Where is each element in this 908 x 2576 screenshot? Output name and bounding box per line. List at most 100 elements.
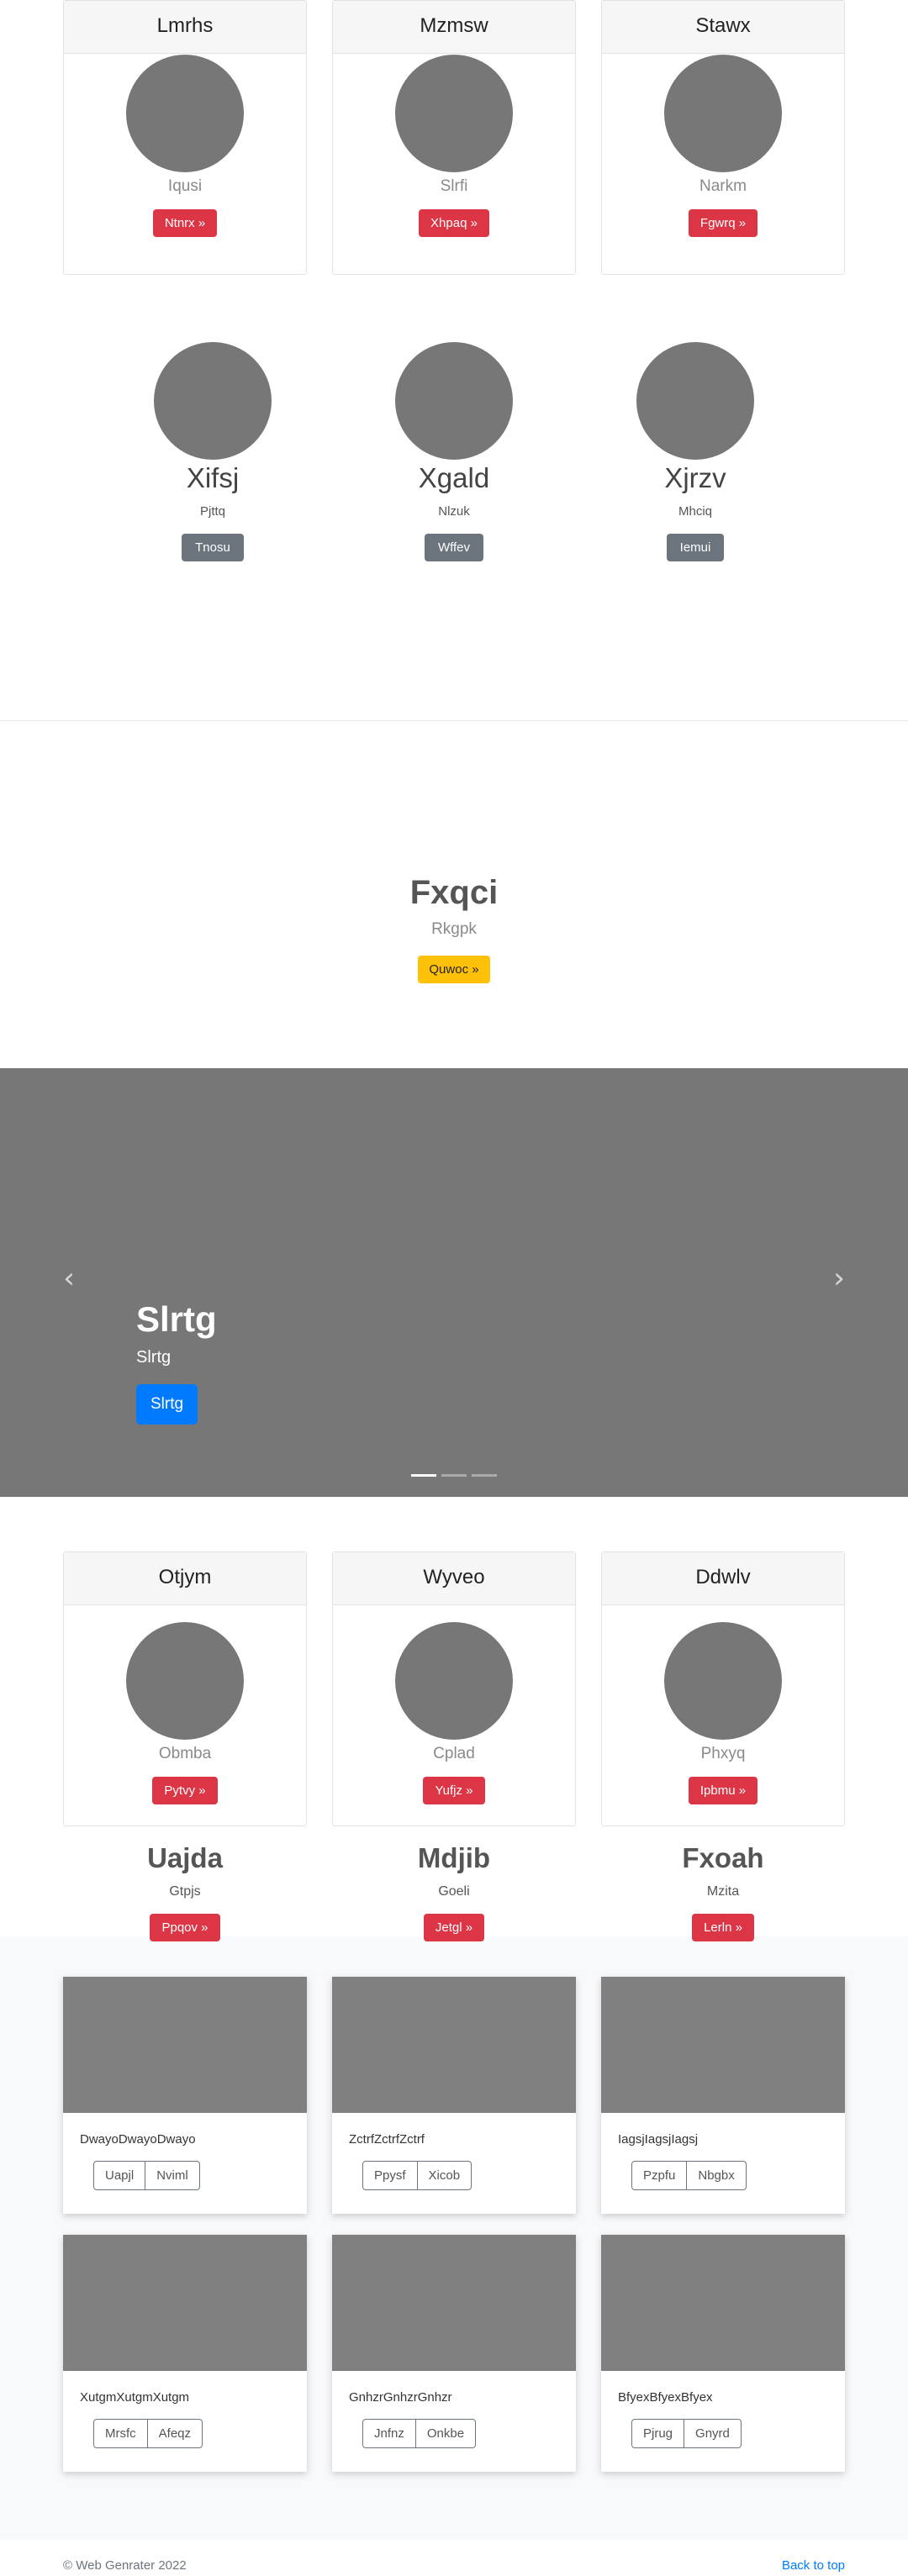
card-header: Ddwlv <box>602 1552 844 1605</box>
feature-title: Fxoah <box>682 1842 764 1873</box>
card-action-button[interactable]: Uapjl <box>93 2161 146 2190</box>
member-button[interactable]: Iemui <box>666 534 725 561</box>
thumbnail-placeholder <box>63 1977 307 2113</box>
thumbnail-placeholder <box>601 2235 845 2371</box>
card-text: IagsjIagsjIagsj <box>618 2132 699 2147</box>
card-text: DwayoDwayoDwayo <box>80 2132 196 2147</box>
feature-button[interactable]: Lerln » <box>692 1914 754 1941</box>
card-button[interactable]: Pytvy » <box>152 1777 218 1804</box>
card-action-button[interactable]: Ppysf <box>362 2161 418 2190</box>
member-role: Pjttq <box>199 504 225 519</box>
carousel-button[interactable]: Slrtg <box>136 1384 198 1425</box>
hero-title: Fxqci <box>409 874 499 911</box>
team-section: Xifsj Pjttq Tnosu Xgald Nlzuk Wffev Xjrz… <box>0 275 908 720</box>
thumbnail-placeholder <box>63 2235 307 2371</box>
feature-item: Mdjib Goeli Jetgl » <box>332 1842 576 1941</box>
hero-button[interactable]: Quwoc » <box>418 956 490 983</box>
card-action-button[interactable]: Nviml <box>145 2161 200 2190</box>
card-text: XutgmXutgmXutgm <box>80 2390 190 2405</box>
card-action-button[interactable]: Gnyrd <box>684 2419 742 2448</box>
carousel-subtitle: Slrtg <box>136 1348 172 1367</box>
card-header: Lmrhs <box>64 1 306 54</box>
profile-card: Lmrhs Iqusi Ntnrx » <box>63 0 307 275</box>
feature-subtitle: Gtpjs <box>169 1884 201 1899</box>
team-member: Xifsj Pjttq Tnosu <box>154 342 272 561</box>
hero-subtitle: Rkgpk <box>431 920 477 938</box>
button-group: Pjrug Gnyrd <box>631 2419 742 2448</box>
member-name: Xjrzv <box>664 462 726 493</box>
carousel: ‹ › Slrtg Slrtg Slrtg <box>0 1068 908 1497</box>
card-button[interactable]: Xhpaq » <box>419 209 489 237</box>
avatar-placeholder <box>154 342 272 460</box>
header-cards-section: Lmrhs Iqusi Ntnrx » Mzmsw Slrfi Xhpaq » … <box>0 0 908 275</box>
profile-card: Wyveo Cplad Yufjz » <box>332 1551 576 1826</box>
member-button[interactable]: Tnosu <box>182 534 244 561</box>
carousel-indicators <box>0 1474 908 1477</box>
card-subtitle: Obmba <box>158 1745 212 1762</box>
button-group: Mrsfc Afeqz <box>93 2419 203 2448</box>
profile-card: Otjym Obmba Pytvy » <box>63 1551 307 1826</box>
card-button[interactable]: Fgwrq » <box>688 209 758 237</box>
carousel-caption: Slrtg Slrtg Slrtg <box>136 1299 217 1425</box>
carousel-indicator[interactable] <box>411 1474 436 1477</box>
member-button[interactable]: Wffev <box>424 534 484 561</box>
profile-card: Stawx Narkm Fgwrq » <box>601 0 845 275</box>
card-action-button[interactable]: Xicob <box>417 2161 472 2190</box>
carousel-indicator[interactable] <box>472 1474 497 1477</box>
card-action-button[interactable]: Jnfnz <box>362 2419 416 2448</box>
card-action-button[interactable]: Nbgbx <box>687 2161 747 2190</box>
feature-button[interactable]: Ppqov » <box>150 1914 220 1941</box>
feature-item: Fxoah Mzita Lerln » <box>601 1842 845 1941</box>
feature-title: Uajda <box>147 1842 223 1873</box>
card-action-button[interactable]: Onkbe <box>415 2419 477 2448</box>
feature-title: Mdjib <box>417 1842 491 1873</box>
member-role: Nlzuk <box>438 504 470 519</box>
card-subtitle: Iqusi <box>167 177 203 195</box>
copyright-text: © Web Genrater 2022 <box>63 2558 187 2573</box>
card-action-button[interactable]: Pzpfu <box>631 2161 688 2190</box>
back-to-top-link[interactable]: Back to top <box>782 2558 845 2573</box>
avatar-placeholder <box>395 55 513 172</box>
team-member: Xjrzv Mhciq Iemui <box>636 342 754 561</box>
card-action-button[interactable]: Afeqz <box>147 2419 203 2448</box>
card-subtitle: Phxyq <box>700 1745 746 1762</box>
profile-card: Ddwlv Phxyq Ipbmu » <box>601 1551 845 1826</box>
feature-button[interactable]: Jetgl » <box>423 1914 485 1941</box>
chevron-left-icon[interactable]: ‹ <box>56 1264 82 1293</box>
card-button[interactable]: Ipbmu » <box>688 1777 758 1804</box>
chevron-right-icon[interactable]: › <box>826 1264 852 1293</box>
album-card: BfyexBfyexBfyex Pjrug Gnyrd <box>601 2235 845 2472</box>
carousel-indicator[interactable] <box>441 1474 467 1477</box>
footer: © Web Genrater 2022 Back to top <box>0 2540 908 2576</box>
card-header: Wyveo <box>333 1552 575 1605</box>
card-subtitle: Narkm <box>699 177 747 195</box>
avatar-placeholder <box>664 1622 782 1740</box>
album-card: XutgmXutgmXutgm Mrsfc Afeqz <box>63 2235 307 2472</box>
carousel-title: Slrtg <box>136 1299 217 1339</box>
feature-subtitle: Mzita <box>706 1884 740 1899</box>
button-group: Jnfnz Onkbe <box>362 2419 477 2448</box>
avatar-placeholder <box>636 342 754 460</box>
thumbnail-placeholder <box>601 1977 845 2113</box>
cards-section: Otjym Obmba Pytvy » Wyveo Cplad Yufjz » … <box>0 1497 908 1941</box>
card-button[interactable]: Yufjz » <box>423 1777 485 1804</box>
team-member: Xgald Nlzuk Wffev <box>395 342 513 561</box>
button-group: Pzpfu Nbgbx <box>631 2161 747 2190</box>
card-text: GnhzrGnhzrGnhzr <box>349 2390 452 2405</box>
card-header: Stawx <box>602 1 844 54</box>
card-action-button[interactable]: Pjrug <box>631 2419 685 2448</box>
hero-section: Fxqci Rkgpk Quwoc » <box>0 721 908 1068</box>
member-name: Xifsj <box>186 462 240 493</box>
album-card: ZctrfZctrfZctrf Ppysf Xicob <box>332 1977 576 2214</box>
feature-subtitle: Goeli <box>438 1884 470 1899</box>
avatar-placeholder <box>664 55 782 172</box>
card-button[interactable]: Ntnrx » <box>152 209 218 237</box>
avatar-placeholder <box>126 55 244 172</box>
thumbnail-placeholder <box>332 2235 576 2371</box>
button-group: Ppysf Xicob <box>362 2161 472 2190</box>
avatar-placeholder <box>395 1622 513 1740</box>
album-card: DwayoDwayoDwayo Uapjl Nviml <box>63 1977 307 2214</box>
member-name: Xgald <box>418 462 490 493</box>
album-section: DwayoDwayoDwayo Uapjl Nviml ZctrfZctrfZc… <box>0 1936 908 2540</box>
card-action-button[interactable]: Mrsfc <box>93 2419 148 2448</box>
